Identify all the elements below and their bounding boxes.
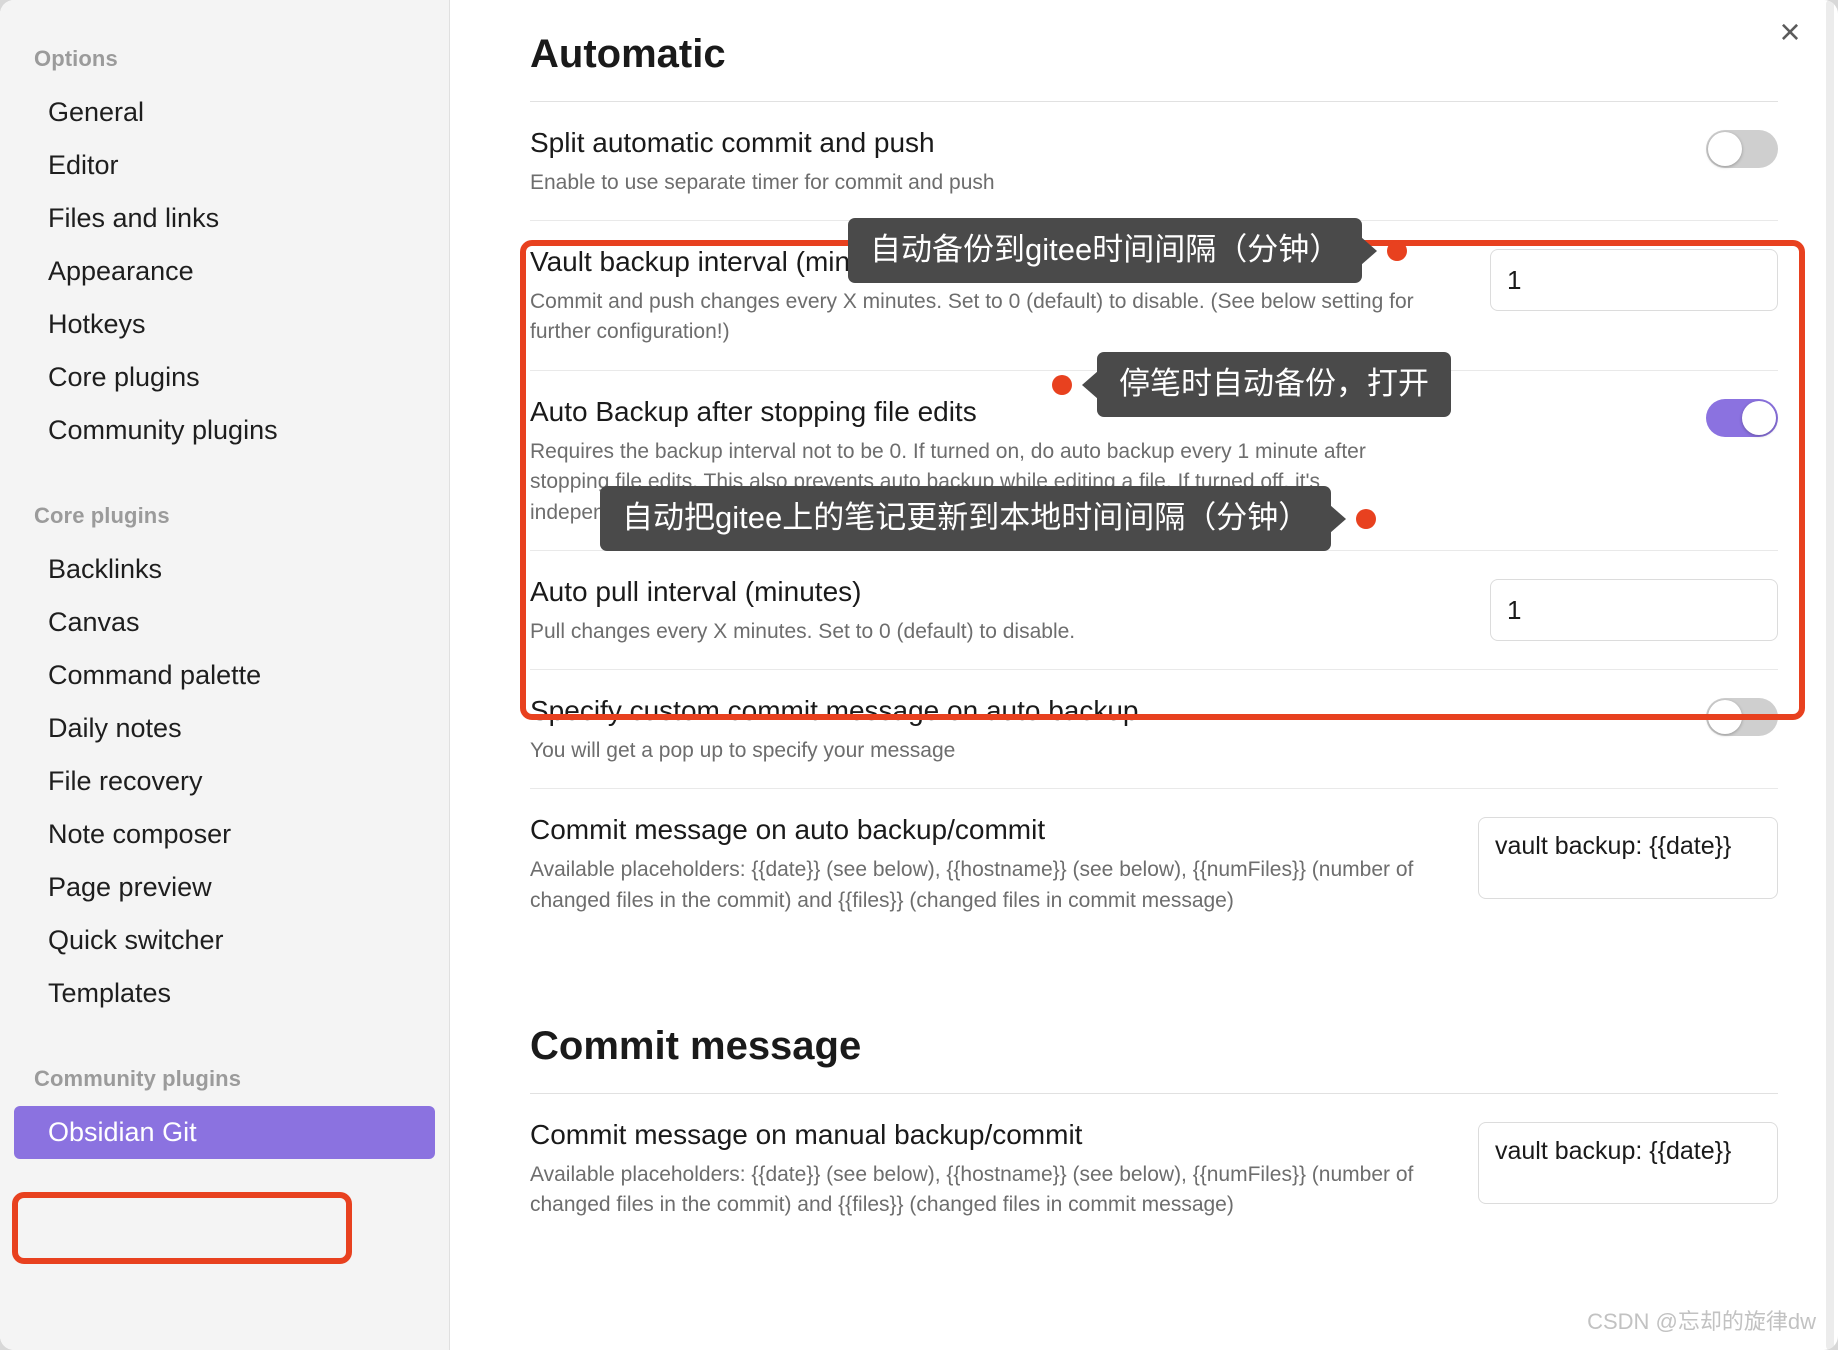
setting-row-specify-custom-commit-message: Specify custom commit message on auto ba…: [530, 670, 1778, 790]
setting-info: Specify custom commit message on auto ba…: [530, 692, 1686, 766]
setting-name: Vault backup interval (minutes): [530, 246, 913, 278]
sidebar-item-page-preview[interactable]: Page preview: [14, 861, 435, 914]
page-title-automatic: Automatic: [530, 32, 726, 76]
setting-name: Specify custom commit message on auto ba…: [530, 695, 1139, 727]
sidebar-item-hotkeys[interactable]: Hotkeys: [14, 298, 435, 351]
settings-main-panel: × Automatic Split automatic commit and p…: [450, 0, 1838, 1350]
textarea-commit-message-manual[interactable]: [1478, 1122, 1778, 1205]
setting-description: Commit and push changes every X minutes.…: [530, 290, 1414, 344]
setting-info: Split automatic commit and push Enable t…: [530, 124, 1686, 198]
setting-name: Split automatic commit and push: [530, 127, 935, 158]
setting-control: [1478, 1116, 1778, 1205]
setting-row-vault-backup-interval: Vault backup interval (minutes) Commit a…: [530, 221, 1778, 371]
sidebar-item-note-composer[interactable]: Note composer: [14, 808, 435, 861]
setting-name: Auto Backup after stopping file edits: [530, 395, 977, 427]
setting-info: Vault backup interval (minutes) Commit a…: [530, 243, 1470, 348]
setting-control: [1490, 573, 1778, 642]
setting-row-split-automatic-commit-and-push: Split automatic commit and push Enable t…: [530, 102, 1778, 222]
setting-control: [1706, 393, 1778, 437]
input-auto-pull-interval[interactable]: [1490, 579, 1778, 642]
sidebar-group-gap-1: [0, 457, 449, 497]
textarea-commit-message-auto[interactable]: [1478, 817, 1778, 900]
toggle-specify-custom-commit-message[interactable]: [1706, 698, 1778, 737]
setting-name: Commit message on manual backup/commit: [530, 1119, 1083, 1151]
sidebar-item-core-plugins[interactable]: Core plugins: [14, 351, 435, 404]
toggle-split-automatic-commit-and-push[interactable]: [1706, 130, 1778, 168]
sidebar-item-quick-switcher[interactable]: Quick switcher: [14, 914, 435, 967]
setting-description: Available placeholders: {{date}} (see be…: [530, 858, 1414, 912]
setting-info: Auto pull interval (minutes) Pull change…: [530, 573, 1470, 647]
setting-control: [1706, 692, 1778, 737]
sidebar-item-general[interactable]: General: [14, 86, 435, 139]
setting-name: Commit message on auto backup/commit: [530, 814, 1046, 846]
sidebar-heading-core-plugins: Core plugins: [34, 503, 170, 528]
toggle-knob: [1708, 700, 1742, 735]
annotation-box-obsidian-git: [12, 1192, 352, 1264]
sidebar-item-command-palette[interactable]: Command palette: [14, 649, 435, 702]
setting-description: Requires the backup interval not to be 0…: [530, 439, 1366, 524]
sidebar-item-templates[interactable]: Templates: [14, 967, 435, 1020]
page-title-commit-message: Commit message: [530, 1024, 862, 1069]
sidebar-item-community-plugins[interactable]: Community plugins: [14, 404, 435, 457]
sidebar-item-files-and-links[interactable]: Files and links: [14, 192, 435, 245]
sidebar-item-daily-notes[interactable]: Daily notes: [14, 702, 435, 755]
sidebar-item-obsidian-git[interactable]: Obsidian Git: [14, 1106, 435, 1159]
setting-description: Enable to use separate timer for commit …: [530, 170, 995, 194]
input-vault-backup-interval[interactable]: [1490, 249, 1778, 312]
setting-row-commit-message-manual: Commit message on manual backup/commit A…: [530, 1094, 1778, 1243]
setting-description: Available placeholders: {{date}} (see be…: [530, 1162, 1414, 1217]
setting-description: You will get a pop up to specify your me…: [530, 739, 956, 763]
setting-control: [1490, 243, 1778, 312]
sidebar-item-editor[interactable]: Editor: [14, 139, 435, 192]
setting-info: Commit message on manual backup/commit A…: [530, 1116, 1458, 1221]
toggle-knob: [1708, 132, 1742, 166]
close-icon[interactable]: ×: [1766, 8, 1814, 56]
setting-row-auto-pull-interval: Auto pull interval (minutes) Pull change…: [530, 551, 1778, 671]
toggle-knob: [1742, 400, 1776, 435]
setting-name: Auto pull interval (minutes): [530, 576, 862, 608]
sidebar-item-appearance[interactable]: Appearance: [14, 245, 435, 298]
sidebar-item-file-recovery[interactable]: File recovery: [14, 755, 435, 808]
sidebar-item-canvas[interactable]: Canvas: [14, 596, 435, 649]
sidebar-group-gap-2: [0, 1020, 449, 1060]
sidebar-heading-community-plugins: Community plugins: [34, 1066, 242, 1091]
settings-window: Options General Editor Files and links A…: [0, 0, 1838, 1350]
setting-control: [1478, 811, 1778, 900]
setting-description: Pull changes every X minutes. Set to 0 (…: [530, 619, 1076, 643]
sidebar-item-backlinks[interactable]: Backlinks: [14, 543, 435, 596]
setting-info: Auto Backup after stopping file edits Re…: [530, 393, 1686, 528]
sidebar-heading-options: Options: [34, 46, 118, 71]
setting-info: Commit message on auto backup/commit Ava…: [530, 811, 1458, 916]
setting-row-commit-message-auto: Commit message on auto backup/commit Ava…: [530, 789, 1778, 938]
setting-control: [1706, 124, 1778, 168]
main-scrollbar[interactable]: [1826, 0, 1834, 1350]
setting-row-auto-backup-after-stopping-file-edits: Auto Backup after stopping file edits Re…: [530, 371, 1778, 552]
toggle-auto-backup-after-stopping-file-edits[interactable]: [1706, 398, 1778, 437]
settings-sidebar: Options General Editor Files and links A…: [0, 0, 450, 1350]
csdn-watermark: CSDN @忘却的旋律dw: [1587, 1309, 1816, 1334]
